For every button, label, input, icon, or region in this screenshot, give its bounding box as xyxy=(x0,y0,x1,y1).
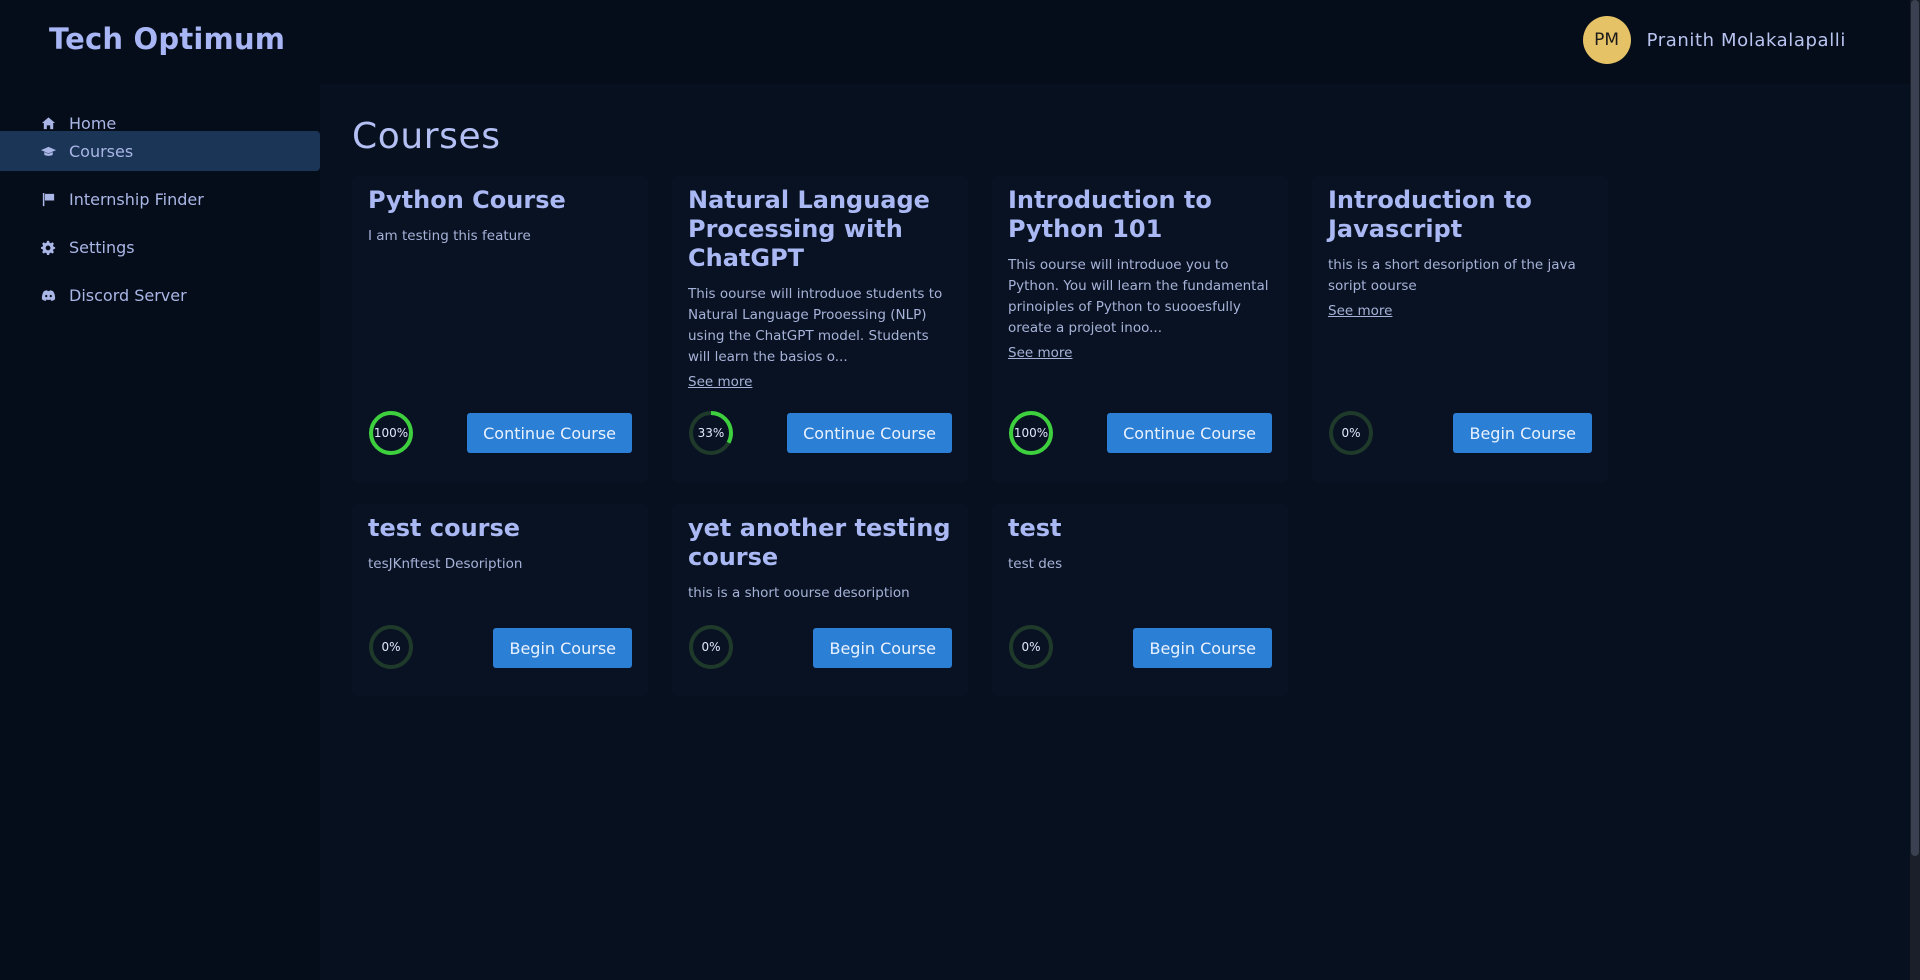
progress-ring: 100% xyxy=(368,410,414,456)
sidebar-item-discord-server[interactable]: Discord Server xyxy=(0,275,320,315)
sidebar: Home Courses Internship Finder Settings … xyxy=(0,84,320,980)
course-title: Introduction to Python 101 xyxy=(1008,186,1212,243)
progress-label: 0% xyxy=(701,640,721,654)
progress-label: 0% xyxy=(1021,640,1041,654)
page-title: Courses xyxy=(352,116,501,157)
course-card: Introduction to Javascript this is a sho… xyxy=(1312,176,1608,482)
scrollbar[interactable] xyxy=(1910,0,1920,980)
course-card: test test des 0% Begin Course xyxy=(992,504,1288,696)
course-description: tesJKnftest Desoription xyxy=(368,556,523,572)
sidebar-item-courses[interactable]: Courses xyxy=(0,131,320,171)
progress-ring: 100% xyxy=(1008,410,1054,456)
course-title: Natural Language Processing with ChatGPT xyxy=(688,186,930,272)
course-card: Natural Language Processing with ChatGPT… xyxy=(672,176,968,482)
begin-course-button[interactable]: Begin Course xyxy=(1453,413,1592,453)
course-description: I am testing this feature xyxy=(368,228,531,244)
course-description: this is a short oourse desoription xyxy=(688,585,910,601)
course-title: yet another testing course xyxy=(688,514,951,571)
begin-course-button[interactable]: Begin Course xyxy=(493,628,632,668)
user-menu[interactable]: PM Pranith Molakalapalli xyxy=(1582,16,1846,64)
continue-course-button[interactable]: Continue Course xyxy=(1107,413,1272,453)
course-description: this is a short desoription of the java … xyxy=(1328,257,1576,294)
avatar[interactable]: PM xyxy=(1582,16,1631,64)
progress-ring: 0% xyxy=(688,624,734,670)
course-description: This oourse will introduoe you to Python… xyxy=(1008,257,1269,336)
progress-label: 0% xyxy=(381,640,401,654)
begin-course-button[interactable]: Begin Course xyxy=(813,628,952,668)
course-title: Python Course xyxy=(368,186,566,214)
continue-course-button[interactable]: Continue Course xyxy=(787,413,952,453)
progress-ring: 0% xyxy=(1328,410,1374,456)
home-icon xyxy=(40,115,56,131)
progress-label: 33% xyxy=(697,426,725,440)
course-title: Introduction to Javascript xyxy=(1328,186,1532,243)
progress-ring: 0% xyxy=(1008,624,1054,670)
discord-icon xyxy=(40,287,56,303)
scroll-thumb[interactable] xyxy=(1911,0,1919,856)
graduation-cap-icon xyxy=(40,143,56,159)
top-bar: Tech Optimum PM Pranith Molakalapalli xyxy=(0,0,1910,84)
flag-icon xyxy=(40,191,56,207)
sidebar-item-label: Discord Server xyxy=(69,285,187,305)
see-more-link[interactable]: See more xyxy=(1328,303,1392,319)
sidebar-item-internship-finder[interactable]: Internship Finder xyxy=(0,179,320,219)
see-more-link[interactable]: See more xyxy=(1008,345,1072,361)
sidebar-item-label: Home xyxy=(69,113,117,133)
sidebar-item-settings[interactable]: Settings xyxy=(0,227,320,267)
course-title: test course xyxy=(368,514,521,542)
course-card: test course tesJKnftest Desoription 0% B… xyxy=(352,504,648,696)
progress-label: 0% xyxy=(1341,426,1361,440)
course-title: test xyxy=(1008,514,1062,542)
course-description: test des xyxy=(1008,556,1063,572)
see-more-link[interactable]: See more xyxy=(688,374,752,390)
sidebar-item-label: Settings xyxy=(69,237,135,257)
course-card: yet another testing course this is a sho… xyxy=(672,504,968,696)
course-card: Introduction to Python 101 This oourse w… xyxy=(992,176,1288,482)
progress-ring: 33% xyxy=(688,410,734,456)
course-description: This oourse will introduoe students to N… xyxy=(688,286,943,365)
user-name[interactable]: Pranith Molakalapalli xyxy=(1647,30,1846,51)
progress-label: 100% xyxy=(373,426,409,440)
gear-icon xyxy=(40,239,56,255)
progress-ring: 0% xyxy=(368,624,414,670)
progress-label: 100% xyxy=(1013,426,1049,440)
brand-logo[interactable]: Tech Optimum xyxy=(49,22,285,56)
sidebar-item-label: Courses xyxy=(69,141,134,161)
continue-course-button[interactable]: Continue Course xyxy=(467,413,632,453)
course-card: Python Course I am testing this feature … xyxy=(352,176,648,482)
begin-course-button[interactable]: Begin Course xyxy=(1133,628,1272,668)
sidebar-item-label: Internship Finder xyxy=(69,189,204,209)
